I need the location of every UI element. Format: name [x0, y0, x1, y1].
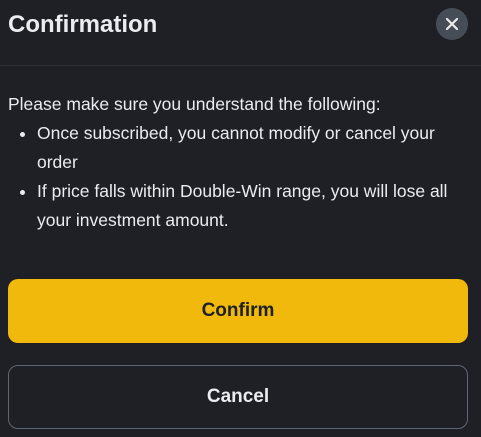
close-icon: [445, 17, 459, 31]
dialog-body: Please make sure you understand the foll…: [8, 90, 473, 235]
cancel-button[interactable]: Cancel: [8, 365, 468, 429]
dialog-header: Confirmation: [0, 0, 481, 66]
close-button[interactable]: [436, 8, 468, 40]
warning-item: Once subscribed, you cannot modify or ca…: [8, 119, 473, 177]
dialog-title: Confirmation: [8, 11, 158, 38]
warning-item: If price falls within Double-Win range, …: [8, 177, 473, 235]
confirmation-dialog: Confirmation Please make sure you unders…: [0, 0, 481, 437]
intro-text: Please make sure you understand the foll…: [8, 94, 381, 114]
warning-list: Once subscribed, you cannot modify or ca…: [8, 119, 473, 235]
confirm-button[interactable]: Confirm: [8, 279, 468, 343]
